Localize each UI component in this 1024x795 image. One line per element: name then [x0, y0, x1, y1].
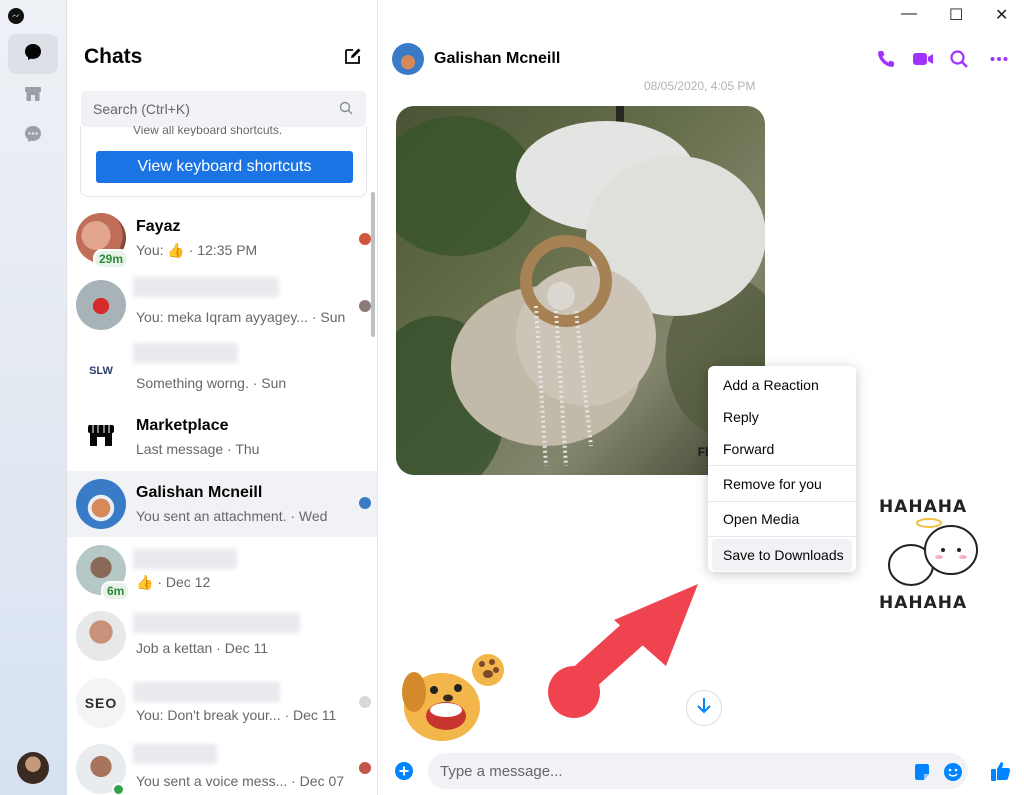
add-attachment-icon[interactable] — [394, 761, 414, 786]
chat-name-blurred — [133, 277, 279, 297]
chat-row-marketplace[interactable]: Marketplace Last message · Thu — [67, 404, 377, 470]
search-icon — [339, 101, 353, 120]
avatar: SEO — [76, 678, 126, 728]
maximize-button[interactable]: ☐ — [949, 5, 963, 25]
chat-preview: Job a kettan · Dec 11 — [136, 640, 269, 656]
chat-name-blurred — [133, 613, 300, 633]
chat-name: Galishan Mcneill — [136, 484, 263, 501]
menu-divider — [708, 465, 856, 466]
seen-avatar — [359, 300, 371, 312]
red-arrow-annotation — [548, 584, 698, 718]
sticker-icon[interactable] — [913, 763, 931, 786]
seen-avatar — [359, 497, 371, 509]
chats-title: Chats — [84, 45, 143, 68]
message-requests-icon — [23, 124, 43, 149]
seen-avatar — [359, 233, 371, 245]
slw-logo: SLW — [89, 365, 113, 377]
requests-nav-button[interactable] — [8, 116, 58, 156]
sticker-text-bottom: HAHAHA — [879, 593, 968, 613]
tip-text: View all keyboard shortcuts. — [133, 126, 283, 136]
menu-item-add-reaction[interactable]: Add a Reaction — [708, 369, 856, 401]
chat-row-2[interactable]: You: meka Iqram ayyagey... · Sun — [67, 272, 377, 338]
dog-sticker[interactable] — [400, 652, 510, 742]
avatar — [76, 611, 126, 661]
message-input[interactable] — [428, 753, 968, 789]
seen-avatar — [359, 762, 371, 774]
search-conversation-icon[interactable] — [949, 49, 969, 74]
phone-call-icon[interactable] — [876, 49, 896, 74]
marketplace-nav-button[interactable] — [8, 76, 58, 116]
menu-item-remove[interactable]: Remove for you — [708, 468, 856, 500]
haha-cat-sticker[interactable]: HAHAHA HAHAHA — [871, 495, 991, 615]
contact-avatar[interactable] — [392, 43, 424, 75]
conversation-pane: — ☐ ✕ Galishan Mcneill 08/05/2020, 4:05 … — [378, 0, 1024, 795]
chat-row-7[interactable]: Job a kettan · Dec 11 — [67, 603, 377, 669]
menu-divider — [708, 501, 856, 502]
new-message-icon[interactable] — [343, 46, 363, 66]
chat-name: Fayaz — [136, 218, 181, 235]
left-rail — [0, 0, 67, 795]
messenger-logo-icon — [7, 7, 25, 30]
chat-row-9[interactable]: You sent a voice mess... · Dec 07 — [67, 736, 377, 795]
chat-row-8[interactable]: SEO You: Don't break your... · Dec 11 — [67, 670, 377, 736]
chat-row-6[interactable]: 6m 👍 · Dec 12 — [67, 537, 377, 603]
video-call-icon[interactable] — [912, 49, 934, 74]
close-window-button[interactable]: ✕ — [995, 5, 1008, 25]
active-time-badge: 29m — [93, 249, 130, 269]
emoji-icon[interactable] — [943, 762, 963, 787]
chat-row-fayaz[interactable]: 29m Fayaz You: 👍 · 12:35 PM — [67, 205, 377, 271]
chat-preview: Something worng. · Sun — [136, 375, 287, 391]
chat-preview: Last message · Thu — [136, 441, 260, 457]
minimize-button[interactable]: — — [901, 5, 917, 23]
chat-preview: You sent a voice mess... · Dec 07 — [136, 773, 345, 789]
chat-bubble-icon — [23, 42, 43, 67]
arrow-down-icon — [696, 697, 712, 720]
message-timestamp: 08/05/2020, 4:05 PM — [644, 79, 756, 93]
chat-preview: You: meka Iqram ayyagey... · Sun — [136, 309, 346, 325]
more-options-icon[interactable] — [989, 49, 1009, 74]
scroll-to-bottom-button[interactable] — [686, 690, 722, 726]
message-context-menu: Add a Reaction Reply Forward Remove for … — [708, 366, 856, 572]
menu-item-save-to-downloads[interactable]: Save to Downloads — [712, 539, 852, 571]
chat-name-blurred — [133, 682, 280, 702]
chat-name-blurred — [133, 343, 238, 363]
menu-item-forward[interactable]: Forward — [708, 433, 856, 465]
avatar — [76, 479, 126, 529]
contact-name[interactable]: Galishan Mcneill — [434, 50, 560, 68]
seo-logo: SEO — [84, 695, 118, 711]
keyboard-shortcuts-card: View all keyboard shortcuts. View keyboa… — [80, 126, 367, 197]
online-status-dot — [112, 783, 125, 795]
chat-name-blurred — [133, 549, 237, 569]
avatar: SLW — [76, 346, 126, 396]
store-icon — [23, 84, 43, 109]
chat-row-3[interactable]: SLW Something worng. · Sun — [67, 338, 377, 404]
menu-divider — [708, 536, 856, 537]
menu-item-open-media[interactable]: Open Media — [708, 503, 856, 535]
chat-preview: You: 👍 · 12:35 PM — [136, 242, 258, 258]
menu-item-reply[interactable]: Reply — [708, 401, 856, 433]
chat-row-galishan[interactable]: Galishan Mcneill You sent an attachment.… — [67, 471, 377, 537]
chat-name: Marketplace — [136, 417, 229, 434]
store-icon — [85, 419, 117, 456]
active-time-badge: 6m — [101, 581, 131, 601]
avatar — [76, 412, 126, 462]
chat-preview: You sent an attachment. · Wed — [136, 508, 328, 524]
chat-name-blurred — [133, 744, 217, 764]
chat-preview: You: Don't break your... · Dec 11 — [136, 707, 337, 723]
chats-nav-button[interactable] — [8, 34, 58, 74]
chat-list-panel: Chats View all keyboard shortcuts. View … — [67, 0, 378, 795]
chat-preview: 👍 · Dec 12 — [136, 574, 211, 590]
view-keyboard-shortcuts-button[interactable]: View keyboard shortcuts — [96, 151, 353, 183]
seen-avatar — [359, 696, 371, 708]
search-input[interactable] — [81, 91, 366, 127]
profile-avatar[interactable] — [17, 752, 49, 784]
avatar — [76, 280, 126, 330]
like-thumb-icon[interactable] — [990, 760, 1012, 787]
dog-drawing — [402, 654, 504, 741]
